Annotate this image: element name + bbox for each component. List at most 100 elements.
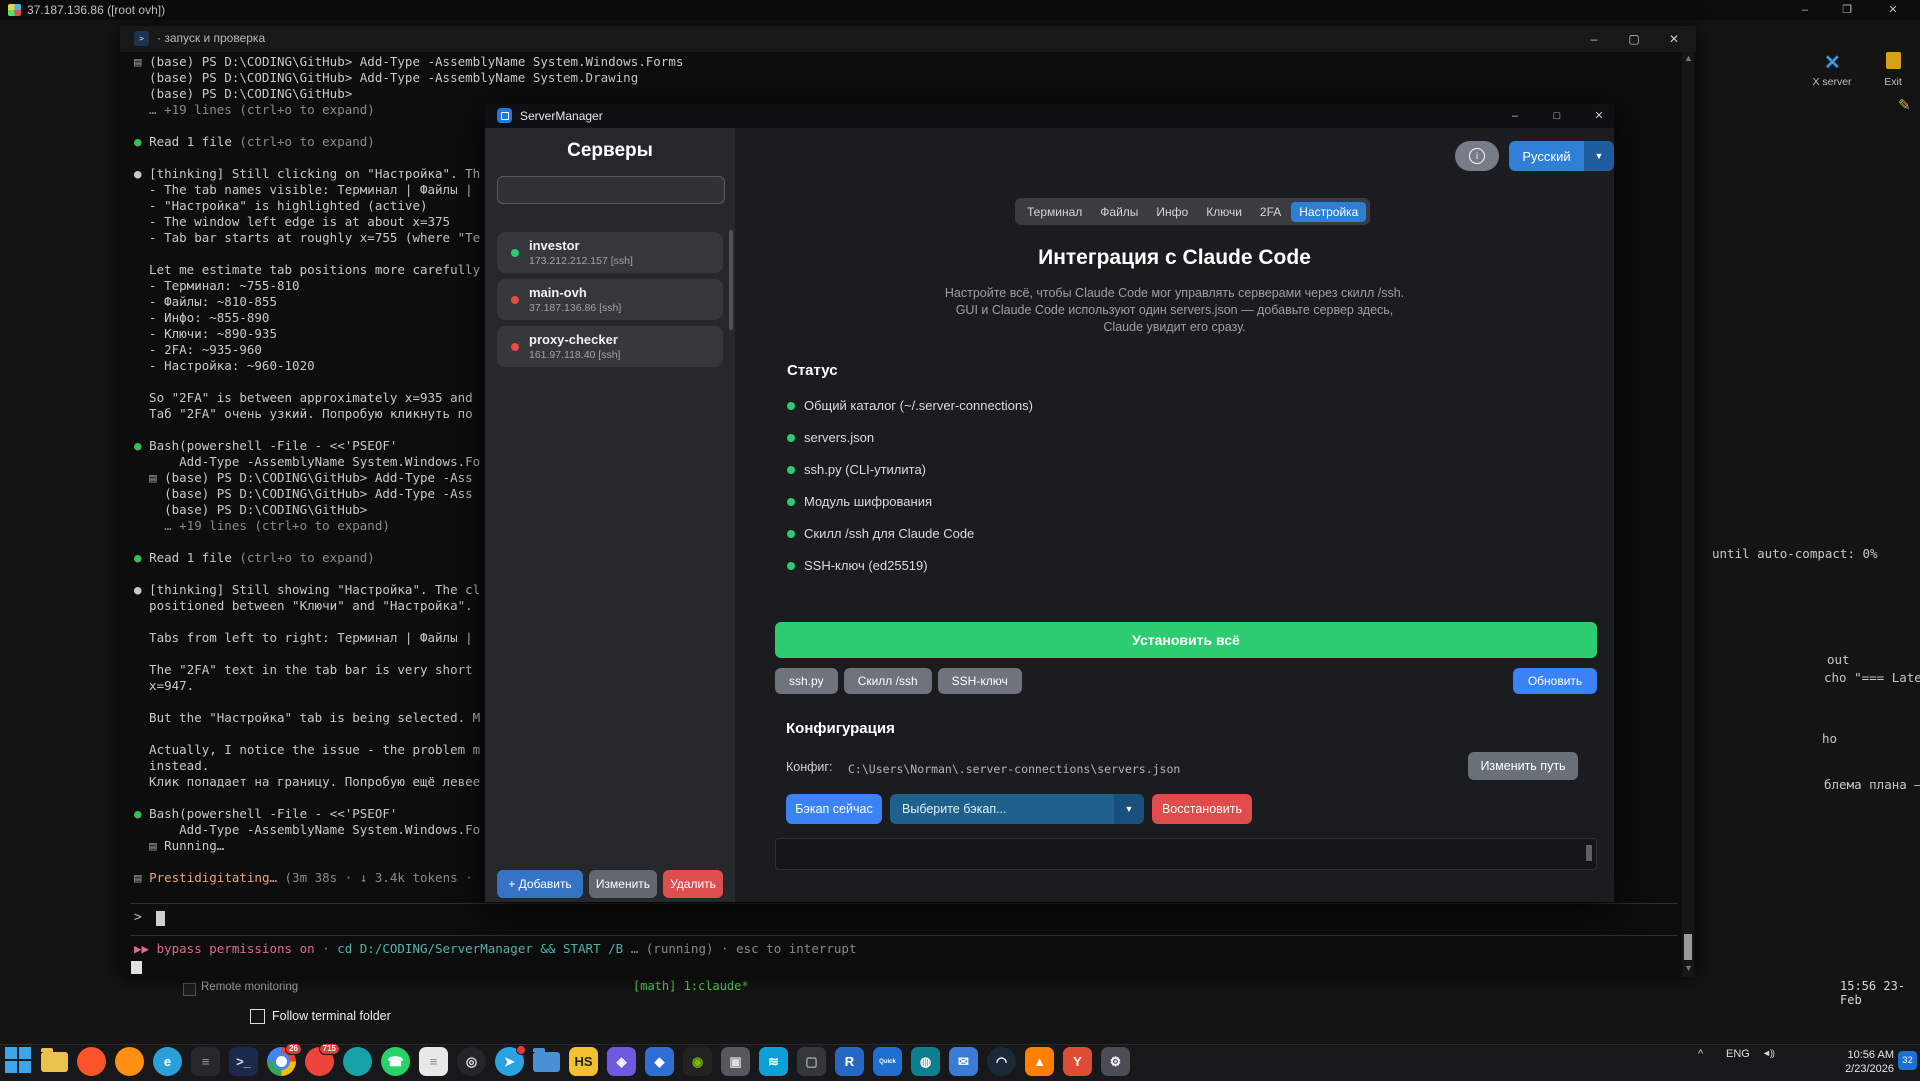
servermanager-titlebar[interactable] bbox=[485, 104, 1614, 128]
firefox-icon[interactable] bbox=[115, 1047, 144, 1076]
teal-app-icon[interactable] bbox=[343, 1047, 372, 1076]
terminal-titlebar[interactable] bbox=[120, 26, 1696, 52]
chrome-icon[interactable]: 26 bbox=[267, 1047, 296, 1076]
tray-chevron-icon[interactable]: ^ bbox=[1698, 1048, 1703, 1060]
backup-select-value: Выберите бэкап... bbox=[890, 794, 1114, 824]
gray-app-icon[interactable]: ▣ bbox=[721, 1047, 750, 1076]
purple-app-icon[interactable]: ◈ bbox=[607, 1047, 636, 1076]
terminal-scrollbar[interactable] bbox=[1682, 52, 1694, 977]
servermanager-minimize-button[interactable]: – bbox=[1496, 104, 1534, 128]
status-segment: ▶▶ bypass permissions on bbox=[134, 941, 315, 956]
change-path-button[interactable]: Изменить путь bbox=[1468, 752, 1578, 780]
edit-server-button[interactable]: Изменить bbox=[589, 870, 657, 898]
backup-now-button[interactable]: Бэкап сейчас bbox=[786, 794, 882, 824]
follow-terminal-checkbox[interactable] bbox=[250, 1009, 265, 1024]
scrollbar-thumb[interactable] bbox=[1684, 934, 1692, 960]
terminal-text-segment: (base) PS D:\CODING\GitHub> Add-Type -As… bbox=[149, 54, 683, 69]
git-app-icon-glyph: Y bbox=[1073, 1054, 1082, 1069]
steam-icon[interactable]: ◠ bbox=[987, 1047, 1016, 1076]
tab-терминал[interactable]: Терминал bbox=[1019, 202, 1090, 222]
volume-icon[interactable]: ◄)) bbox=[1762, 1048, 1774, 1058]
ide-dark-icon[interactable]: ≡ bbox=[191, 1047, 220, 1076]
nvidia-icon[interactable]: ◉ bbox=[683, 1047, 712, 1076]
terminal-tab-title[interactable]: · запуск и проверка bbox=[157, 31, 265, 45]
notification-count-badge[interactable]: 32 bbox=[1898, 1051, 1917, 1070]
pencil-icon[interactable]: ✎ bbox=[1898, 96, 1911, 114]
add-server-button[interactable]: + Добавить bbox=[497, 870, 583, 898]
vlc-icon[interactable]: ▲ bbox=[1025, 1047, 1054, 1076]
obs-icon[interactable]: ◎ bbox=[457, 1047, 486, 1076]
whatsapp-icon[interactable]: ☎ bbox=[381, 1047, 410, 1076]
powershell-icon[interactable]: >_ bbox=[229, 1047, 258, 1076]
server-card[interactable]: investor173.212.212.157 [ssh] bbox=[497, 232, 723, 273]
prompt-divider-bottom bbox=[130, 935, 1678, 936]
terminal-status-line: ▶▶ bypass permissions on · cd D:/CODING/… bbox=[134, 941, 856, 956]
terminal-cursor[interactable] bbox=[156, 911, 165, 926]
mobaxterm-minimize-button[interactable]: – bbox=[1786, 0, 1824, 20]
server-search-input[interactable] bbox=[497, 176, 725, 204]
tab-файлы[interactable]: Файлы bbox=[1092, 202, 1146, 222]
server-ip: 161.97.118.40 [ssh] bbox=[529, 349, 620, 361]
scrollbar-up-icon[interactable]: ▲ bbox=[1684, 53, 1693, 63]
anydesk-icon[interactable]: 715 bbox=[305, 1047, 334, 1076]
server-list-scrollbar[interactable] bbox=[729, 230, 733, 330]
obs-icon-glyph: ◎ bbox=[466, 1054, 477, 1070]
log-scrollbar-thumb[interactable] bbox=[1586, 845, 1592, 861]
language-dropdown[interactable]: Русский ▼ bbox=[1509, 141, 1614, 171]
install-all-button[interactable]: Установить всё bbox=[775, 622, 1597, 658]
telegram-icon[interactable]: ➤ bbox=[495, 1047, 524, 1076]
tab-ключи[interactable]: Ключи bbox=[1198, 202, 1250, 222]
terminal-line: ▤ (base) PS D:\CODING\GitHub> Add-Type -… bbox=[134, 54, 1674, 70]
terminal-minimize-button[interactable]: – bbox=[1574, 26, 1614, 52]
tab-настройка[interactable]: Настройка bbox=[1291, 202, 1366, 222]
dark-app-icon-glyph: ▢ bbox=[805, 1054, 817, 1070]
brave-icon[interactable] bbox=[77, 1047, 106, 1076]
delete-server-button[interactable]: Удалить bbox=[663, 870, 723, 898]
server-card[interactable]: main-ovh37.187.136.86 [ssh] bbox=[497, 279, 723, 320]
tab-инфо[interactable]: Инфо bbox=[1148, 202, 1196, 222]
notepad-icon[interactable]: ≡ bbox=[419, 1047, 448, 1076]
servermanager-close-button[interactable]: ✕ bbox=[1580, 104, 1618, 128]
server-card[interactable]: proxy-checker161.97.118.40 [ssh] bbox=[497, 326, 723, 367]
scrollbar-down-icon[interactable]: ▼ bbox=[1684, 963, 1693, 973]
r-app-icon[interactable]: R bbox=[835, 1047, 864, 1076]
docker-icon[interactable]: ≋ bbox=[759, 1047, 788, 1076]
mobaxterm-close-button[interactable]: ✕ bbox=[1874, 0, 1912, 20]
integration-subtitle-line: Настройте всё, чтобы Claude Code мог упр… bbox=[735, 286, 1614, 300]
tray-language[interactable]: ENG bbox=[1726, 1048, 1750, 1060]
info-button[interactable]: i bbox=[1455, 141, 1499, 171]
folder-blue-icon[interactable] bbox=[533, 1052, 560, 1072]
terminal-text-segment: The "2FA" text in the tab bar is very sh… bbox=[134, 662, 473, 677]
component-button[interactable]: ssh.py bbox=[775, 668, 838, 694]
component-button[interactable]: Скилл /ssh bbox=[844, 668, 932, 694]
settings-panel bbox=[735, 128, 1614, 902]
git-app-icon[interactable]: Y bbox=[1063, 1047, 1092, 1076]
restore-button[interactable]: Восстановить bbox=[1152, 794, 1252, 824]
refresh-button[interactable]: Обновить bbox=[1513, 668, 1597, 694]
terminal-close-button[interactable]: ✕ bbox=[1654, 26, 1694, 52]
component-button[interactable]: SSH-ключ bbox=[938, 668, 1022, 694]
terminal-maximize-button[interactable]: ▢ bbox=[1614, 26, 1654, 52]
hs-icon[interactable]: HS bbox=[569, 1047, 598, 1076]
background-terminal-fragment: until auto-compact: 0% bbox=[1712, 546, 1878, 561]
tab-2fa[interactable]: 2FA bbox=[1252, 202, 1289, 222]
mail-app-icon[interactable]: ✉ bbox=[949, 1047, 978, 1076]
backup-select[interactable]: Выберите бэкап... ▼ bbox=[890, 794, 1144, 824]
teal2-app-icon[interactable]: ◍ bbox=[911, 1047, 940, 1076]
background-terminal-fragment: блема плана — план bbox=[1824, 777, 1920, 792]
quick-assist-icon[interactable]: Quick bbox=[873, 1047, 902, 1076]
dark-app-icon[interactable]: ▢ bbox=[797, 1047, 826, 1076]
tray-clock[interactable]: 10:56 AM 2/23/2026 bbox=[1812, 1048, 1894, 1076]
start-button[interactable] bbox=[5, 1047, 32, 1074]
settings-app-icon[interactable]: ⚙ bbox=[1101, 1047, 1130, 1076]
mobaxterm-maximize-button[interactable]: ❐ bbox=[1828, 0, 1866, 20]
x-server-icon[interactable]: ✕ bbox=[1824, 50, 1841, 75]
file-explorer-icon[interactable] bbox=[41, 1052, 68, 1072]
servers-heading: Серверы bbox=[485, 140, 735, 162]
vlc-icon-glyph: ▲ bbox=[1033, 1054, 1046, 1069]
servermanager-maximize-button[interactable]: □ bbox=[1538, 104, 1576, 128]
edge-icon[interactable]: e bbox=[153, 1047, 182, 1076]
exit-icon[interactable] bbox=[1886, 52, 1901, 69]
remote-monitoring-checkbox[interactable] bbox=[183, 983, 196, 996]
blue-app-icon[interactable]: ◆ bbox=[645, 1047, 674, 1076]
